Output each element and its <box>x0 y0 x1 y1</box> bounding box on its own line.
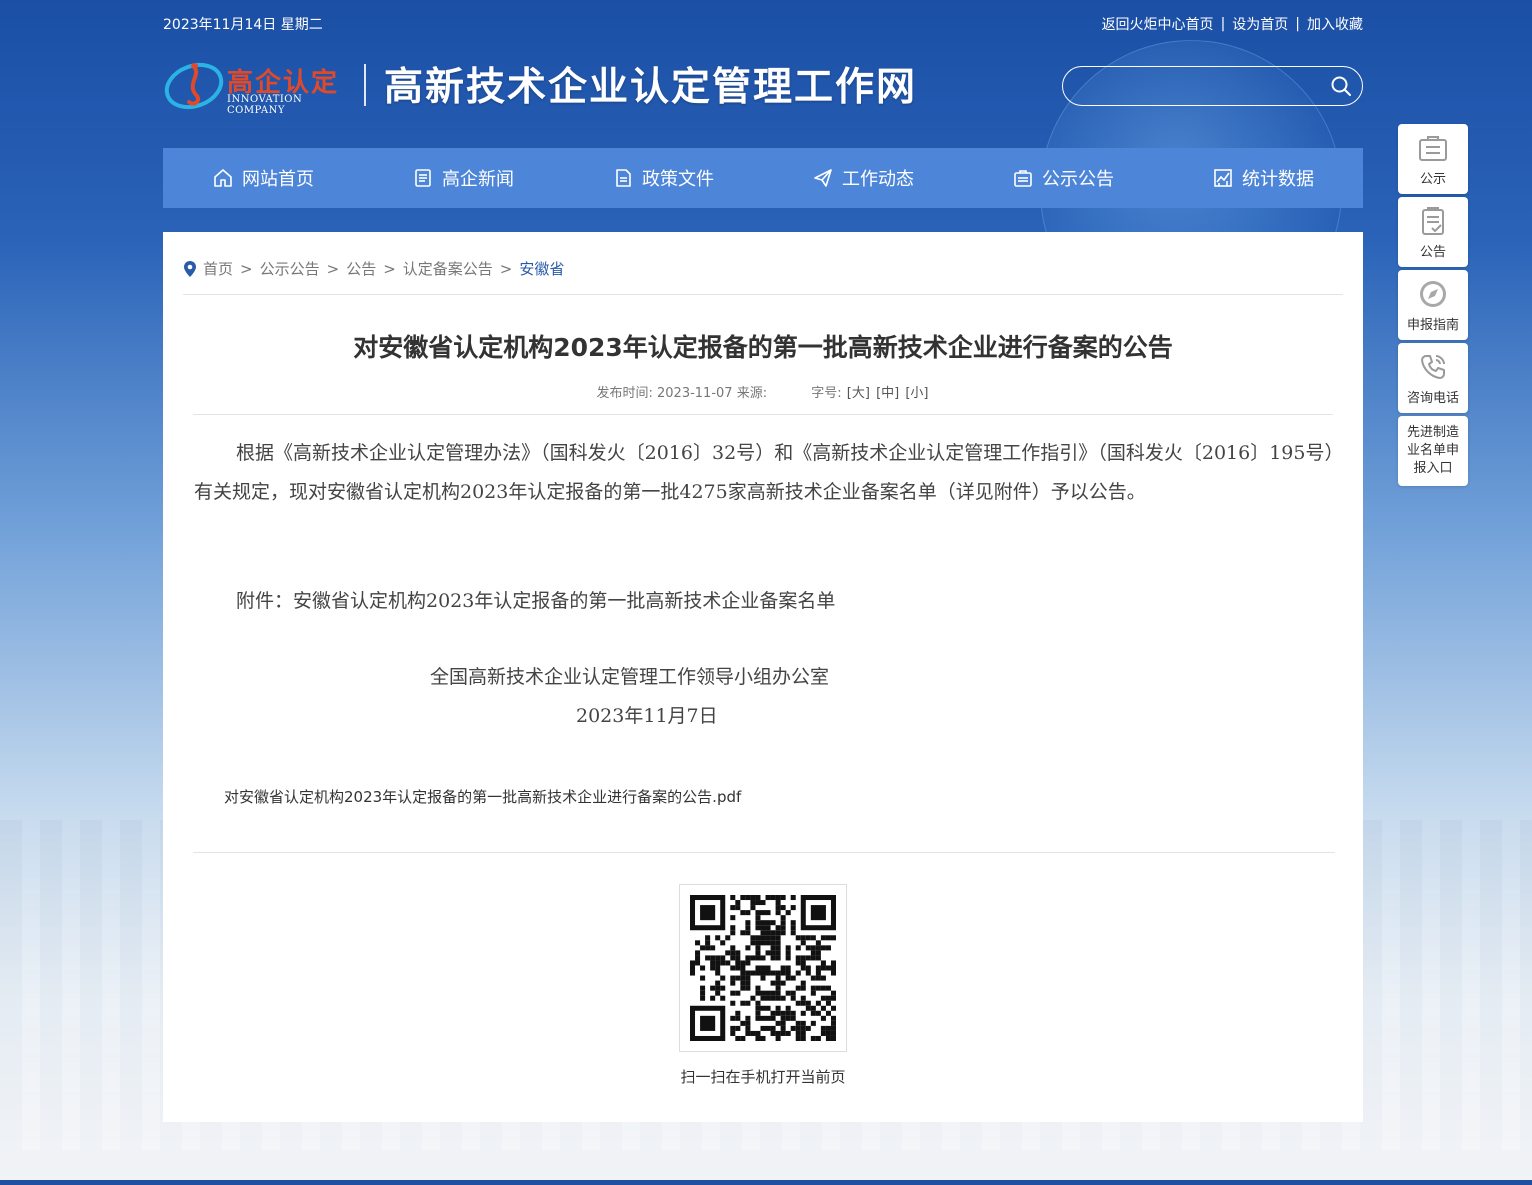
logo-en-text: INNOVATION COMPANY <box>227 94 303 116</box>
font-small-button[interactable]: [小] <box>905 386 928 401</box>
font-large-button[interactable]: [大] <box>847 386 870 401</box>
float-item-label: 咨询电话 <box>1406 390 1459 406</box>
site-title: 高新技术企业认定管理工作网 <box>384 64 918 110</box>
float-item-label-line: 业名单申 <box>1406 443 1459 458</box>
float-item-label: 申报指南 <box>1406 317 1459 333</box>
current-date: 2023年11月14日 星期二 <box>163 17 323 33</box>
search-box <box>1062 66 1363 106</box>
publish-time: 2023-11-07 <box>657 386 733 401</box>
article-meta: 发布时间: 2023-11-07 来源: 字号: [大] [中] [小] <box>163 382 1363 401</box>
breadcrumb-filing[interactable]: 认定备案公告 <box>403 258 493 279</box>
nav-statistics[interactable]: 统计数据 <box>1163 148 1363 208</box>
breadcrumb: 首页 > 公示公告 > 公告 > 认定备案公告 > 安徽省 <box>183 258 564 279</box>
article-paragraph: 根据《高新技术企业认定管理办法》（国科发火〔2016〕32号）和《高新技术企业认… <box>194 442 1334 503</box>
site-logo[interactable]: 高企认定 INNOVATION COMPANY <box>163 54 353 116</box>
signature-date: 2023年11月7日 <box>576 705 718 727</box>
font-medium-button[interactable]: [中] <box>876 386 899 401</box>
add-favorite-link[interactable]: 加入收藏 <box>1307 14 1363 34</box>
notice-icon <box>1014 170 1032 187</box>
font-size-label: 字号: <box>811 386 842 401</box>
article-panel: 首页 > 公示公告 > 公告 > 认定备案公告 > 安徽省 对安徽省认定机构20… <box>163 232 1363 1122</box>
search-icon[interactable] <box>1330 75 1352 97</box>
search-input[interactable] <box>1077 73 1321 99</box>
main-nav: 网站首页 高企新闻 政策文件 工作动态 公示公告 统计数据 <box>163 148 1363 208</box>
nav-news[interactable]: 高企新闻 <box>363 148 563 208</box>
compass-icon <box>1420 280 1446 307</box>
breadcrumb-notices[interactable]: 公示公告 <box>260 258 320 279</box>
briefcase-icon <box>1419 135 1447 161</box>
attachment-text: 附件：安徽省认定机构2023年认定报备的第一批高新技术企业备案名单 <box>236 590 836 612</box>
breadcrumb-separator: > <box>499 259 513 278</box>
logo-divider <box>364 64 366 106</box>
publish-time-label: 发布时间: <box>596 386 653 401</box>
divider <box>193 414 1333 415</box>
nav-label: 网站首页 <box>242 169 314 190</box>
float-item-label-line: 报入口 <box>1413 461 1453 476</box>
nav-label: 高企新闻 <box>442 169 514 190</box>
divider <box>193 852 1335 853</box>
nav-label: 政策文件 <box>642 169 714 190</box>
source-label: 来源: <box>736 386 768 401</box>
paper-plane-icon <box>814 169 832 187</box>
float-item-label: 公告 <box>1419 244 1446 260</box>
divider <box>183 294 1343 295</box>
float-item-advanced-manufacturing[interactable]: 先进制造 业名单申 报入口 <box>1398 416 1468 486</box>
article-title: 对安徽省认定机构2023年认定报备的第一批高新技术企业进行备案的公告 <box>353 333 1173 362</box>
footer-line <box>0 1180 1532 1185</box>
back-to-torch-home-link[interactable]: 返回火炬中心首页 <box>1102 14 1214 34</box>
separator: | <box>1295 16 1300 32</box>
pdf-attachment-link[interactable]: 对安徽省认定机构2023年认定报备的第一批高新技术企业进行备案的公告.pdf <box>224 786 741 807</box>
breadcrumb-announcement[interactable]: 公告 <box>346 258 376 279</box>
nav-home[interactable]: 网站首页 <box>163 148 363 208</box>
location-pin-icon <box>184 260 196 277</box>
news-icon <box>415 169 431 187</box>
font-size-control: 字号: [大] [中] [小] <box>811 386 929 401</box>
chart-icon <box>1214 169 1232 187</box>
nav-policy[interactable]: 政策文件 <box>563 148 763 208</box>
logo-swirl-icon <box>164 62 224 110</box>
float-item-phone[interactable]: 咨询电话 <box>1398 343 1468 413</box>
nav-work[interactable]: 工作动态 <box>763 148 963 208</box>
nav-label: 统计数据 <box>1242 169 1314 190</box>
float-item-label: 公示 <box>1419 171 1446 187</box>
top-links: 返回火炬中心首页 | 设为首页 | 加入收藏 <box>1102 14 1363 34</box>
breadcrumb-separator: > <box>240 259 253 278</box>
breadcrumb-separator: > <box>326 259 340 278</box>
floating-sidebar: 公示 公告 申报指南 咨询电话 先进制造 业名单申 报入口 <box>1398 124 1468 489</box>
float-item-guide[interactable]: 申报指南 <box>1398 270 1468 340</box>
clipboard-icon <box>1422 206 1444 235</box>
nav-label: 工作动态 <box>842 169 914 190</box>
phone-icon <box>1421 354 1445 379</box>
signature-office: 全国高新技术企业认定管理工作领导小组办公室 <box>430 666 830 688</box>
separator: | <box>1220 16 1226 32</box>
top-bar: 2023年11月14日 星期二 返回火炬中心首页 | 设为首页 | 加入收藏 <box>163 0 1363 44</box>
article-body: 根据《高新技术企业认定管理办法》（国科发火〔2016〕32号）和《高新技术企业认… <box>194 434 1334 511</box>
float-item-announcement[interactable]: 公告 <box>1398 197 1468 267</box>
float-item-label-line: 先进制造 <box>1406 425 1459 440</box>
qr-caption: 扫一扫在手机打开当前页 <box>680 1068 846 1086</box>
set-homepage-link[interactable]: 设为首页 <box>1232 14 1288 34</box>
breadcrumb-current[interactable]: 安徽省 <box>519 258 564 279</box>
nav-notice[interactable]: 公示公告 <box>963 148 1163 208</box>
nav-label: 公示公告 <box>1042 169 1114 190</box>
qr-code <box>679 884 847 1052</box>
breadcrumb-separator: > <box>383 259 396 278</box>
home-icon <box>214 169 232 187</box>
document-icon <box>616 169 631 187</box>
qr-code-image <box>690 895 836 1041</box>
float-item-publicity[interactable]: 公示 <box>1398 124 1468 194</box>
breadcrumb-home[interactable]: 首页 <box>203 258 233 279</box>
